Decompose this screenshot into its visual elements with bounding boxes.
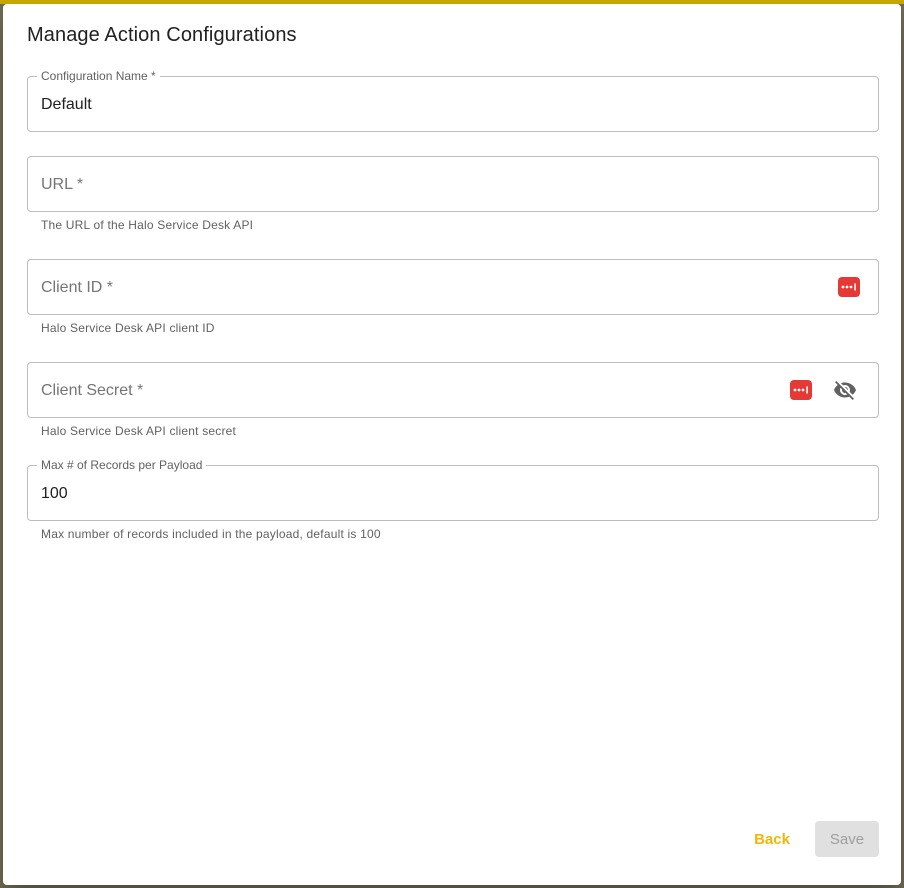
save-button[interactable]: Save xyxy=(815,821,879,857)
password-manager-icon[interactable] xyxy=(837,275,861,299)
max-records-helper-text: Max number of records included in the pa… xyxy=(41,527,381,541)
visibility-off-icon[interactable] xyxy=(833,378,857,402)
url-label: URL * xyxy=(41,176,84,193)
client-id-label: Client ID * xyxy=(41,279,114,296)
client-id-input[interactable]: Client ID * xyxy=(27,259,879,315)
max-records-label: Max # of Records per Payload xyxy=(37,458,207,472)
url-field: URL * The URL of the Halo Service Desk A… xyxy=(27,156,879,232)
back-button[interactable]: Back xyxy=(748,821,796,857)
max-records-input[interactable]: Max # of Records per Payload 100 xyxy=(27,458,879,521)
max-records-value: 100 xyxy=(41,485,68,502)
url-helper-text: The URL of the Halo Service Desk API xyxy=(41,218,254,232)
client-secret-input[interactable]: Client Secret * xyxy=(27,362,879,418)
client-id-helper-text: Halo Service Desk API client ID xyxy=(41,321,215,335)
client-secret-label: Client Secret * xyxy=(41,382,144,399)
dialog-title: Manage Action Configurations xyxy=(27,24,297,46)
configuration-name-label: Configuration Name * xyxy=(37,69,160,83)
manage-action-configurations-dialog: Manage Action Configurations Configurati… xyxy=(3,4,901,885)
password-manager-icon[interactable] xyxy=(789,378,813,402)
configuration-name-value: Default xyxy=(41,96,92,113)
max-records-field: Max # of Records per Payload 100 Max num… xyxy=(27,458,879,541)
configuration-name-field: Configuration Name * Default xyxy=(27,69,879,132)
client-secret-field: Client Secret * Halo Service Desk API cl… xyxy=(27,362,879,438)
url-input[interactable]: URL * xyxy=(27,156,879,212)
client-secret-helper-text: Halo Service Desk API client secret xyxy=(41,424,237,438)
configuration-name-input[interactable]: Configuration Name * Default xyxy=(27,69,879,132)
client-id-field: Client ID * Halo Service Desk API client… xyxy=(27,259,879,335)
